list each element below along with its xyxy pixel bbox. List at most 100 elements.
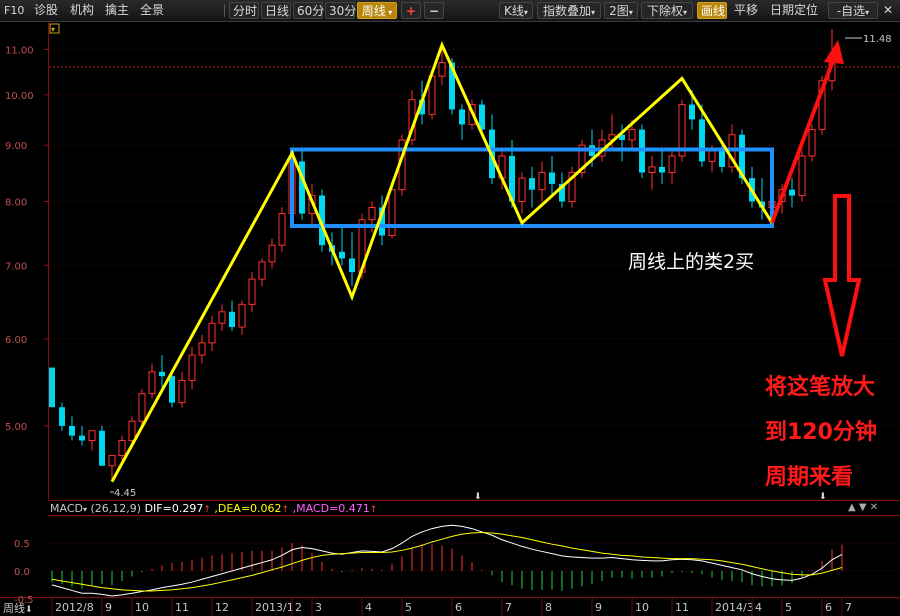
upstroke-arrowhead	[824, 40, 844, 64]
up-arrow-icon: ↑	[281, 505, 290, 515]
x-tick-label: 5	[785, 601, 792, 614]
candle-body-up	[108, 455, 116, 467]
candle-body-down	[79, 435, 85, 441]
x-tick-label: 8	[545, 601, 552, 614]
candle-body-up	[808, 129, 816, 157]
candle-body-down	[689, 104, 695, 120]
up-arrow-icon: ↑	[369, 505, 378, 515]
candle-body-down	[229, 311, 235, 328]
chart-canvas[interactable]: ▾ 11.0010.009.008.007.006.005.00 0.50.0-…	[0, 0, 900, 616]
candle-body-up	[438, 62, 446, 77]
candle-body-down	[549, 172, 555, 184]
candle-body-down	[719, 150, 725, 167]
candle-body-up	[278, 213, 286, 246]
x-tick-label: 7	[505, 601, 512, 614]
macd-header: MACD▾ (26,12,9) DIF=0.297↑ ,DEA=0.062↑ ,…	[50, 502, 377, 515]
candle-body-up	[238, 303, 246, 328]
y-tick-label: 5.00	[5, 422, 27, 433]
candle-body-up	[138, 393, 146, 422]
collapse-up-icon[interactable]: ▲	[848, 502, 856, 513]
pane-divider	[48, 515, 900, 516]
candle-body-up	[538, 172, 546, 191]
candle-body-down	[349, 258, 355, 273]
candle-body-up	[198, 342, 206, 356]
marker-arrow-icon: ⬇	[474, 492, 482, 502]
down-arrow-icon: ⬇	[25, 605, 33, 615]
candle-body-up	[388, 189, 396, 236]
candle-body-down	[459, 109, 465, 125]
macd-dea-value: ,DEA=0.062	[214, 502, 282, 515]
y-tick-label: 7.00	[5, 261, 27, 272]
high-price-label: 11.48	[863, 34, 892, 45]
marker-arrow-icon: ⬇	[819, 492, 827, 502]
price-axis-line	[48, 22, 49, 500]
low-price-label: 4.45	[114, 488, 136, 499]
macd-dif-value: DIF=0.297	[144, 502, 204, 515]
chevron-down-icon: ▾	[51, 25, 55, 34]
x-tick-label: 2012/8	[55, 601, 94, 614]
candle-body-up	[368, 206, 376, 221]
x-tick-label: 2014/3	[715, 601, 754, 614]
candle-body-down	[169, 376, 175, 403]
macd-y-tick-label: 0.0	[14, 567, 30, 578]
macd-params: (26,12,9)	[90, 502, 142, 515]
candle-body-down	[69, 425, 75, 436]
x-tick-label: 9	[595, 601, 602, 614]
candle-body-down	[159, 371, 165, 377]
x-tick-label: 6	[825, 601, 832, 614]
candle-body-down	[59, 407, 65, 426]
candle-body-down	[659, 166, 665, 173]
close-pane-icon[interactable]: ✕	[870, 502, 878, 513]
expand-down-icon[interactable]: ▼	[859, 502, 867, 513]
y-tick-label: 11.00	[5, 45, 34, 56]
x-tick-label: 11	[675, 601, 689, 614]
pane-divider	[0, 597, 900, 598]
x-tick-label: 12	[215, 601, 229, 614]
candle-body-up	[798, 155, 806, 197]
candle-body-up	[248, 278, 256, 305]
y-tick-label: 8.00	[5, 197, 27, 208]
zoom-annotation-line2: 到120分钟	[765, 420, 877, 445]
candle-body-up	[208, 322, 216, 344]
candle-body-down	[339, 251, 345, 259]
x-tick-label: 3	[315, 601, 322, 614]
macd-dea-line	[51, 531, 843, 592]
candle-body-up	[518, 177, 526, 202]
zoom-annotation-line3: 周期来看	[765, 465, 854, 490]
candle-body-up	[708, 150, 716, 162]
zoom-annotation-line1: 将这笔放大	[765, 375, 876, 400]
candle-body-up	[188, 354, 196, 381]
candle-body-up	[218, 311, 226, 324]
x-tick-label: 5	[405, 601, 412, 614]
candle-body-down	[699, 119, 705, 162]
x-tick-label: 6	[455, 601, 462, 614]
candle-body-up	[118, 440, 126, 457]
x-tick-label: 7	[845, 601, 852, 614]
candle-body-down	[99, 430, 105, 466]
macd-hist-value: ,MACD=0.471	[292, 502, 370, 515]
x-tick-label: 2	[295, 601, 302, 614]
pane-controls: ▲ ▼ ✕	[848, 502, 878, 513]
x-tick-label: 11	[175, 601, 189, 614]
candle-body-up	[628, 129, 636, 141]
macd-dif-line	[51, 524, 843, 597]
x-tick-label: 2013/1	[255, 601, 294, 614]
y-tick-label: 9.00	[5, 141, 27, 152]
candle-body-up	[258, 261, 266, 280]
x-tick-label: 4	[755, 601, 762, 614]
y-tick-label: 10.00	[5, 91, 34, 102]
stock-chart-window: { "toolbar": { "f10": "F10", "diagnose":…	[0, 0, 900, 616]
macd-y-tick-label: 0.5	[14, 539, 30, 550]
up-arrow-icon: ↑	[203, 505, 211, 515]
y-tick-label: 6.00	[5, 335, 27, 346]
candle-body-down	[49, 367, 55, 408]
candle-body-up	[88, 430, 96, 442]
weekly-buy-annotation: 周线上的类2买	[628, 251, 755, 273]
zoom-down-arrow	[822, 194, 862, 357]
x-tick-label: 10	[635, 601, 649, 614]
footer-period[interactable]: 周线⬇	[3, 600, 33, 616]
candle-body-up	[668, 155, 676, 174]
macd-name[interactable]: MACD	[50, 502, 83, 515]
candle-body-up	[178, 379, 186, 404]
candle-body-down	[529, 178, 535, 190]
